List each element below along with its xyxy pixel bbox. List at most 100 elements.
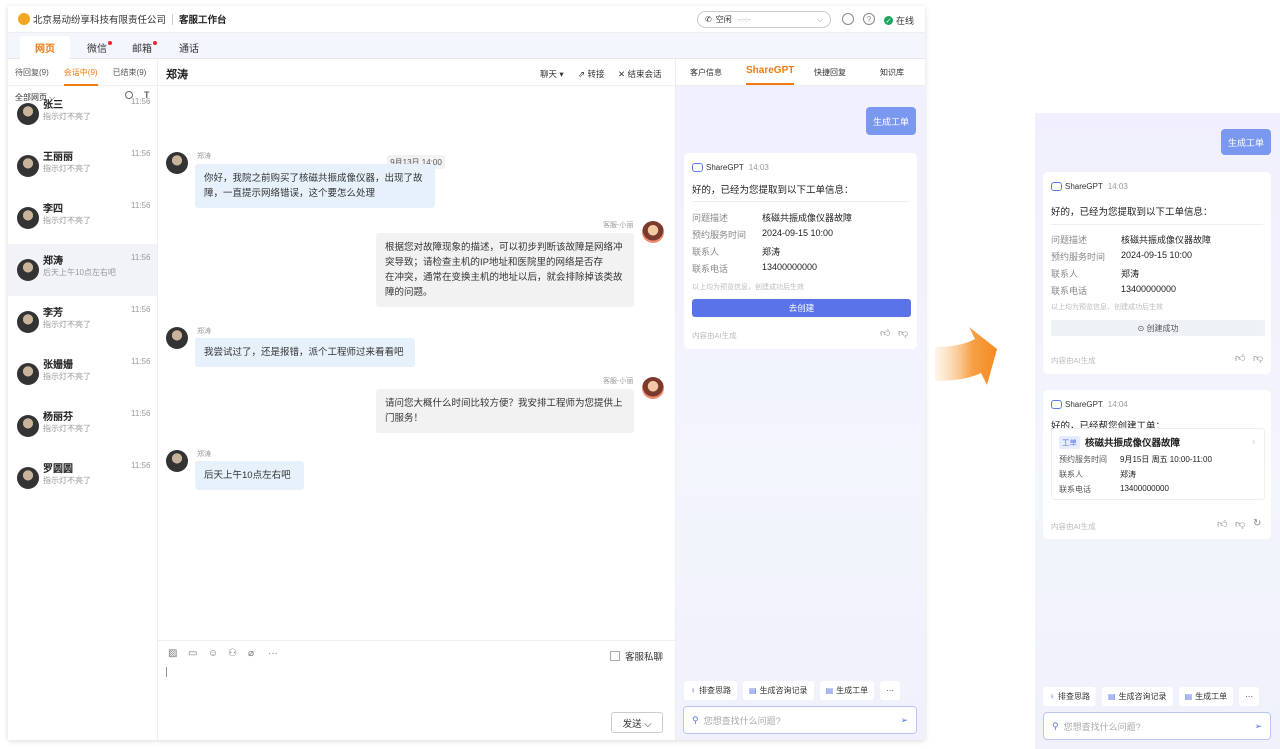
field-value: 9月15日 周五 10:00-11:00 [1120, 455, 1212, 464]
list-tabs: 待回复(9) 会话中(9) 已结束(9) [8, 59, 157, 86]
thumbs-up-icon[interactable]: 👍︎ [880, 327, 890, 339]
chat-header: 郑涛 聊天 ▾ ⇗ 转接 ✕ 结束会话 [158, 59, 675, 86]
ticket-card[interactable]: 工单 核磁共振成像仪器故障 › 预约服务时间 9月15日 周五 10:00-11:0… [1051, 428, 1265, 500]
field-row: 问题描述 核磁共振成像仪器故障 [1051, 233, 1211, 246]
conversation-list: 待回复(9) 会话中(9) 已结束(9) 全部网页 ⌵ T 张三 11:56 指示灯… [8, 59, 158, 740]
generate-ticket-chip[interactable]: ▤ 生成工单 [1178, 687, 1234, 706]
more-icon[interactable]: ··· [268, 648, 278, 659]
tab-active[interactable]: 会话中(9) [63, 67, 106, 86]
send-button[interactable]: 发送 ⌵ [611, 712, 663, 733]
generate-ticket-chip[interactable]: ▤ 生成工单 [819, 681, 875, 700]
contact-time: 11:56 [131, 409, 151, 418]
card-header: ShareGPT 14:03 [692, 163, 769, 172]
create-ticket-button[interactable]: 去创建 [692, 299, 911, 317]
private-chat-checkbox[interactable]: 客服私聊 [610, 649, 663, 663]
contact-item[interactable]: 李四 11:56 指示灯不亮了 [8, 192, 157, 244]
consult-record-chip[interactable]: ▤ 生成咨询记录 [1102, 687, 1173, 706]
chat-mode-button[interactable]: 聊天 ▾ [540, 68, 564, 80]
company-name: 北京易动纷享科技有限责任公司 [33, 15, 167, 26]
thumbs-down-icon[interactable]: 👎︎ [898, 327, 908, 339]
message-time: 14:03 [1107, 182, 1128, 191]
users-icon[interactable]: ⚇ [228, 648, 237, 659]
contact-item[interactable]: 罗圆圆 11:56 指示灯不亮了 [8, 452, 157, 504]
refresh-icon[interactable]: ↻ [1253, 518, 1261, 529]
avatar [166, 327, 188, 349]
field-value: 核磁共振成像仪器故障 [762, 213, 853, 223]
tab-mail[interactable]: 邮箱 [117, 36, 167, 59]
generate-ticket-message: 生成工单 [866, 107, 916, 135]
field-label: 联系人 [692, 247, 720, 257]
mic-icon[interactable]: ⚲ [692, 715, 699, 726]
help-icon[interactable]: ? [863, 13, 875, 25]
field-row: 联系人 郑涛 [1051, 267, 1139, 280]
divider [1051, 224, 1263, 225]
field-label: 联系电话 [1051, 286, 1088, 296]
unread-dot [108, 41, 112, 45]
send-icon[interactable]: ➢ [1254, 721, 1262, 732]
field-label: 问题描述 [1051, 235, 1088, 245]
ask-input[interactable]: ⚲ 您想查找什么问题? ➢ [1043, 712, 1271, 740]
search-icon[interactable] [842, 13, 854, 25]
mic-icon[interactable]: ⚲ [1052, 721, 1059, 732]
contact-last-message: 指示灯不亮了 [43, 476, 91, 485]
field-label: 预约服务时间 [1051, 252, 1106, 262]
troubleshoot-chip[interactable]: ♀ 排查思路 [1043, 687, 1096, 706]
chip-label: 生成工单 [836, 686, 869, 695]
consult-record-chip[interactable]: ▤ 生成咨询记录 [743, 681, 814, 700]
message-line: 障的问题。 [385, 287, 433, 298]
tab-call[interactable]: 通话 [164, 36, 214, 59]
tab-wechat[interactable]: 微信 [72, 36, 122, 59]
thumbs-down-icon[interactable]: 👎︎ [1253, 352, 1263, 364]
tab-label: 网页 [35, 44, 55, 55]
tab-label: 微信 [87, 44, 107, 55]
field-label: 联系人 [1059, 470, 1083, 479]
bot-name: ShareGPT [1065, 400, 1103, 409]
status-select[interactable]: ✆ 空闲 --:--:-- ⌵ [697, 11, 831, 28]
tab-ended[interactable]: 已结束(9) [113, 67, 155, 78]
chevron-down-icon: ⌵ [816, 14, 823, 24]
transfer-button[interactable]: ⇗ 转接 [578, 68, 604, 80]
tab-sharegpt[interactable]: ShareGPT [746, 65, 795, 85]
contact-name: 郑涛 [43, 256, 63, 267]
thumbs-down-icon[interactable]: 👎︎ [1235, 518, 1245, 530]
sender-name: 客服-小丽 [603, 222, 634, 229]
image-icon[interactable]: ▨ [168, 648, 177, 659]
avatar [17, 155, 39, 177]
text-cursor[interactable] [166, 667, 167, 677]
end-session-button[interactable]: ✕ 结束会话 [618, 68, 661, 80]
message-line: 你好，我院之前购买了核磁共振成像仪器，出现了故 [204, 173, 423, 184]
ask-input[interactable]: ⚲ 您想查找什么问题? ➢ [683, 706, 917, 734]
status-label: 空闲 [715, 15, 732, 24]
quick-action-chips: ♀ 排查思路 ▤ 生成咨询记录 ▤ 生成工单 ··· [1043, 687, 1260, 706]
contact-last-message: 指示灯不亮了 [43, 164, 91, 173]
attachment-icon[interactable]: ⌀ [248, 648, 254, 659]
tab-web[interactable]: 网页 [20, 36, 70, 59]
unread-dot [153, 41, 157, 45]
thumbs-up-icon[interactable]: 👍︎ [1235, 352, 1245, 364]
contact-time: 11:56 [131, 201, 151, 210]
troubleshoot-chip[interactable]: ♀ 排查思路 [684, 681, 737, 700]
more-chip[interactable]: ··· [880, 681, 901, 700]
contact-item[interactable]: 张三 11:56 指示灯不亮了 [8, 88, 157, 140]
contact-item[interactable]: 郑涛 11:56 后天上午10点左右吧 [8, 244, 157, 296]
tab-pending[interactable]: 待回复(9) [15, 67, 57, 78]
field-value: 核磁共振成像仪器故障 [1121, 235, 1212, 245]
field-row: 问题描述 核磁共振成像仪器故障 [692, 211, 852, 224]
contact-item[interactable]: 杨丽芬 11:56 指示灯不亮了 [8, 400, 157, 452]
more-chip[interactable]: ··· [1239, 687, 1260, 706]
send-icon[interactable]: ➢ [900, 715, 908, 726]
contact-item[interactable]: 张姗姗 11:56 指示灯不亮了 [8, 348, 157, 400]
field-row: 联系人 郑涛 [1059, 469, 1136, 480]
tab-knowledge-base[interactable]: 知识库 [880, 67, 904, 78]
thumbs-up-icon[interactable]: 👍︎ [1217, 518, 1227, 530]
card-header: ShareGPT 14:04 [1051, 400, 1128, 409]
tab-customer-info[interactable]: 客户信息 [690, 67, 722, 78]
screenshot-icon[interactable]: ▭ [188, 648, 197, 659]
tab-quick-reply[interactable]: 快捷回复 [814, 67, 846, 78]
contact-item[interactable]: 王丽丽 11:56 指示灯不亮了 [8, 140, 157, 192]
workbench-window: 北京易动纷享科技有限责任公司 客服工作台 ✆ 空闲 --:--:-- ⌵ ? ✓… [8, 6, 925, 740]
field-row: 预约服务时间 2024-09-15 10:00 [692, 228, 833, 241]
online-status[interactable]: ✓ 在线 [884, 14, 914, 27]
emoji-icon[interactable]: ☺ [208, 648, 218, 659]
contact-item[interactable]: 李芳 11:56 指示灯不亮了 [8, 296, 157, 348]
